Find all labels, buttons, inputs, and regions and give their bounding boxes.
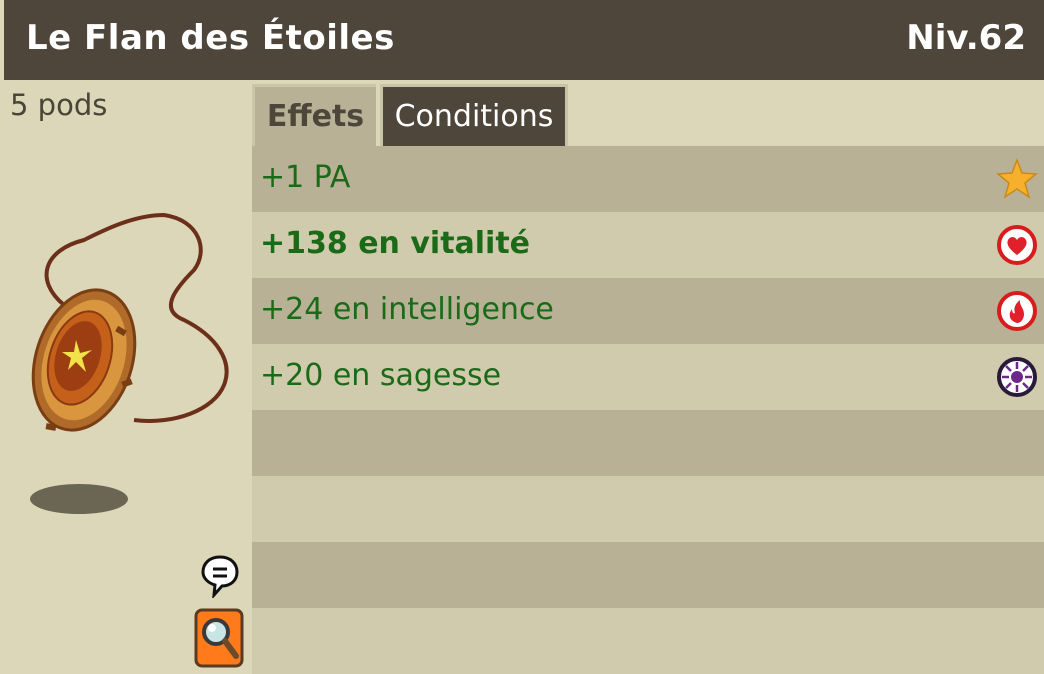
- fire-icon: [997, 291, 1037, 331]
- effect-row-vitality: +138 en vitalité: [252, 212, 1044, 278]
- item-details-panel: Effets Conditions +1 PA +138 en vitalité…: [252, 80, 1044, 674]
- effect-row-wisdom: +20 en sagesse: [252, 344, 1044, 410]
- item-weight: 5 pods: [10, 88, 108, 122]
- magnifier-button[interactable]: [194, 608, 244, 668]
- chat-bubble-icon[interactable]: [200, 554, 240, 598]
- tab-bar: Effets Conditions: [252, 80, 1044, 146]
- effect-text: +138 en vitalité: [260, 226, 531, 261]
- star-icon: [996, 158, 1038, 199]
- item-preview-panel: 5 pods: [4, 80, 252, 674]
- effect-row-empty: [252, 608, 1044, 674]
- item-shadow: [30, 484, 128, 514]
- effect-row-empty: [252, 476, 1044, 542]
- tab-conditions[interactable]: Conditions: [380, 84, 568, 146]
- item-tooltip-window: Le Flan des Étoiles Niv.62 5 pods Effets…: [0, 0, 1044, 674]
- amulet-image: [31, 212, 229, 432]
- effect-row-empty: [252, 410, 1044, 476]
- effect-row-pa: +1 PA: [252, 146, 1044, 212]
- effect-text: +1 PA: [260, 160, 351, 195]
- tab-effets[interactable]: Effets: [252, 84, 376, 146]
- effect-row-empty: [252, 542, 1044, 608]
- wisdom-icon: [997, 357, 1037, 397]
- effect-text: +20 en sagesse: [260, 358, 502, 393]
- effect-text: +24 en intelligence: [260, 292, 554, 327]
- effect-row-intelligence: +24 en intelligence: [252, 278, 1044, 344]
- item-header: Le Flan des Étoiles Niv.62: [4, 0, 1044, 80]
- heart-icon: [997, 225, 1037, 265]
- item-level: Niv.62: [906, 18, 1026, 58]
- item-name: Le Flan des Étoiles: [26, 18, 395, 58]
- effects-list: +1 PA +138 en vitalité +24 en intelligen…: [252, 146, 1044, 674]
